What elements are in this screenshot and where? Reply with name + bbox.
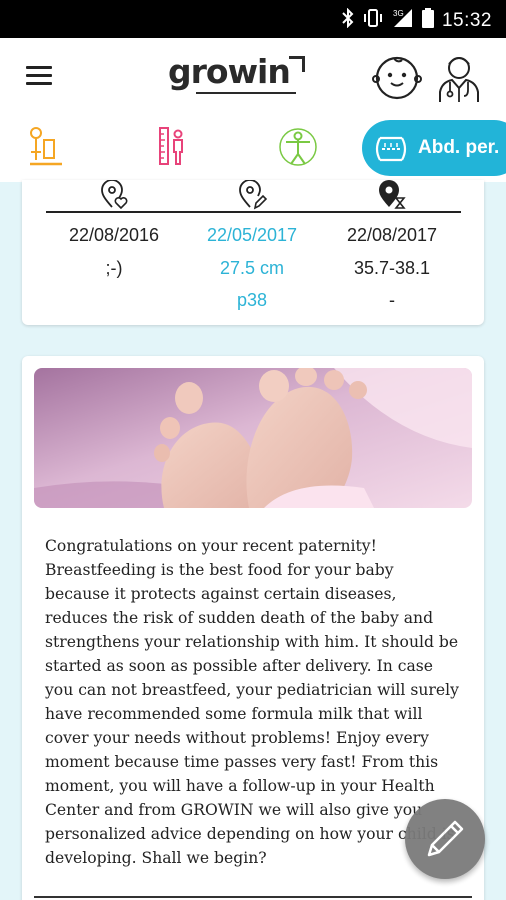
next-checkup-icon [322, 180, 462, 210]
pencil-icon [427, 820, 464, 857]
doctor-icon[interactable] [434, 50, 484, 104]
birth-location-icon [44, 180, 184, 210]
value-next-range: 35.7-38.1 [353, 258, 431, 278]
clock: 15:32 [441, 9, 492, 31]
tab-label: Abd. per. [418, 137, 500, 158]
bluetooth-icon [342, 7, 354, 33]
baby-profile-icon[interactable] [372, 52, 422, 102]
logo-underline [196, 92, 296, 94]
tab-abdominal-perimeter[interactable]: Abd. per. [362, 120, 506, 176]
date-next: 22/08/2017 [346, 225, 438, 245]
header-divider [46, 211, 461, 213]
status-bar: 3G 15:32 [0, 0, 506, 38]
edit-location-icon [182, 180, 322, 210]
category-tabs: Abd. per. [0, 114, 506, 182]
weight-icon[interactable] [28, 126, 68, 168]
vibrate-icon [362, 8, 384, 33]
measurements-card: 22/08/2016 22/05/2017 22/08/2017 ;-) 27.… [22, 180, 484, 325]
battery-icon [421, 8, 434, 33]
signal-icon: 3G [392, 8, 414, 33]
logo-mark [289, 56, 305, 72]
value-measured: 27.5 cm [219, 258, 285, 278]
value-birth: ;-) [105, 258, 123, 278]
section-divider [34, 896, 472, 898]
percentile-next: - [389, 290, 395, 310]
date-birth: 22/08/2016 [68, 225, 160, 245]
baby-feet-photo [34, 368, 472, 508]
svg-text:3G: 3G [393, 9, 404, 18]
abdominal-perimeter-icon [375, 136, 407, 162]
menu-icon[interactable] [26, 66, 52, 86]
date-measured: 22/05/2017 [206, 225, 298, 245]
body-icon[interactable] [278, 126, 318, 168]
advice-text: Congratulations on your recent paternity… [45, 537, 459, 867]
percentile-measured: p38 [236, 290, 268, 310]
app-logo: growin [168, 52, 291, 91]
app-bar: growin [0, 38, 506, 114]
height-icon[interactable] [154, 126, 194, 168]
edit-fab-button[interactable] [405, 799, 485, 879]
